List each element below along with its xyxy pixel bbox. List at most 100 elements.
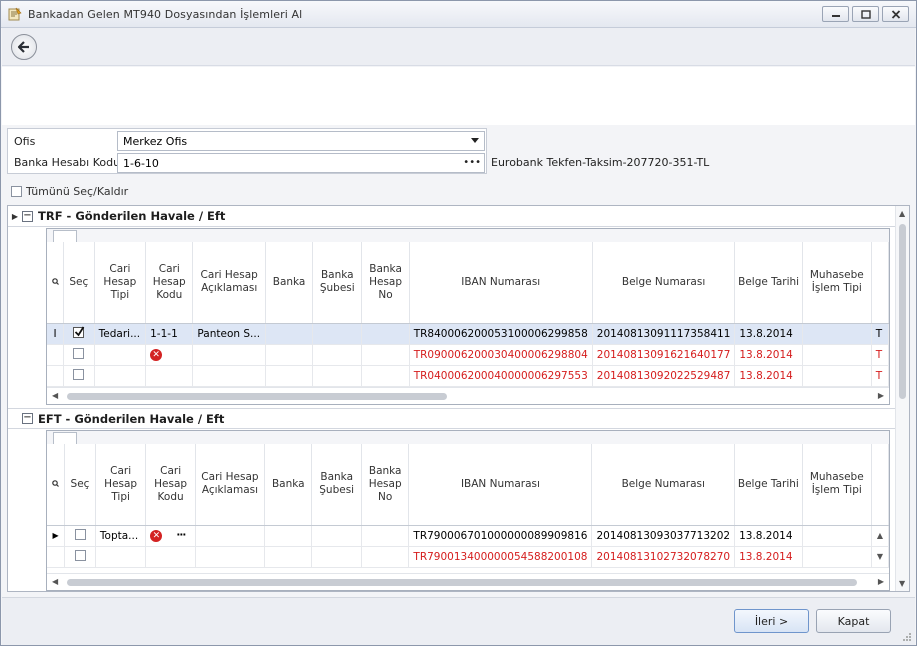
cell-cari-aciklama[interactable]: [192, 365, 266, 387]
row-checkbox-cell[interactable]: [63, 323, 95, 345]
cell-overflow[interactable]: T: [871, 323, 889, 345]
cell-cari-tipi[interactable]: Tedari...: [94, 323, 147, 345]
col-cari-aciklama[interactable]: Cari Hesap Açıklaması: [195, 444, 266, 526]
cell-cari-aciklama[interactable]: [195, 546, 266, 568]
cell-belge-tarihi[interactable]: 13.8.2014: [734, 344, 803, 366]
col-muhasebe-tipi[interactable]: Muhasebe İşlem Tipi: [802, 444, 872, 526]
scroll-right-icon[interactable]: ▶: [878, 577, 884, 586]
cell-belge-tarihi[interactable]: 13.8.2014: [734, 365, 803, 387]
col-cari-kodu[interactable]: Cari Hesap Kodu: [145, 444, 196, 526]
row-checkbox[interactable]: [73, 347, 85, 359]
col-overflow[interactable]: [871, 444, 889, 526]
cell-banka-sube[interactable]: [312, 344, 363, 366]
cell-belge-no[interactable]: 20140813092022529487: [592, 365, 736, 387]
scroll-left-icon[interactable]: ◀: [52, 577, 58, 586]
cell-banka[interactable]: [264, 546, 313, 568]
cell-banka-sube[interactable]: [311, 525, 362, 547]
office-select[interactable]: Merkez Ofis: [117, 131, 485, 151]
back-button[interactable]: [11, 34, 37, 60]
col-sec[interactable]: Seç: [64, 444, 96, 526]
cell-banka[interactable]: [265, 323, 314, 345]
search-column-header[interactable]: [47, 444, 66, 526]
cell-cari-tipi[interactable]: [95, 546, 147, 568]
cell-muhasebe-tipi[interactable]: [802, 365, 872, 387]
row-checkbox[interactable]: [74, 549, 86, 561]
col-iban[interactable]: IBAN Numarası: [409, 242, 593, 324]
row-checkbox[interactable]: [73, 326, 85, 338]
cell-belge-no[interactable]: 20140813102732078270: [591, 546, 736, 568]
row-checkbox-cell[interactable]: [63, 344, 95, 366]
col-iban[interactable]: IBAN Numarası: [408, 444, 593, 526]
table-row[interactable]: TR790013400000054588200108 2014081310273…: [47, 546, 889, 568]
cell-overflow[interactable]: T: [871, 365, 889, 387]
maximize-button[interactable]: [852, 6, 879, 22]
col-belge-no[interactable]: Belge Numarası: [592, 242, 736, 324]
cell-belge-tarihi[interactable]: 13.8.2014: [734, 546, 803, 568]
col-cari-kodu[interactable]: Cari Hesap Kodu: [145, 242, 194, 324]
cell-muhasebe-tipi[interactable]: [802, 344, 872, 366]
cell-banka-sube[interactable]: [311, 546, 362, 568]
cell-cari-aciklama[interactable]: [195, 525, 266, 547]
cell-cari-tipi[interactable]: Topta...: [95, 525, 147, 547]
horizontal-scrollbar[interactable]: ◀ ▶: [47, 387, 889, 404]
col-belge-tarihi[interactable]: Belge Tarihi: [734, 444, 803, 526]
cell-belge-no[interactable]: 20140813091117358411: [592, 323, 736, 345]
table-row[interactable]: TR040006200040000006297553 2014081309202…: [47, 365, 889, 387]
row-checkbox-cell[interactable]: [64, 546, 96, 568]
col-sec[interactable]: Seç: [63, 242, 95, 324]
bank-account-field[interactable]: 1-6-10 •••: [117, 153, 485, 173]
cell-banka-sube[interactable]: [312, 365, 363, 387]
cell-cari-kodu[interactable]: [145, 365, 194, 387]
next-button[interactable]: İleri >: [734, 609, 809, 633]
col-overflow[interactable]: [871, 242, 889, 324]
scroll-up-icon[interactable]: ▲: [899, 209, 905, 218]
cell-banka-sube[interactable]: [312, 323, 363, 345]
row-checkbox[interactable]: [74, 528, 86, 540]
cell-iban[interactable]: TR790006701000000089909816: [408, 525, 593, 547]
cell-overflow[interactable]: T: [871, 344, 889, 366]
col-belge-no[interactable]: Belge Numarası: [591, 444, 736, 526]
cell-cari-aciklama[interactable]: Panteon S...: [192, 323, 266, 345]
cell-iban[interactable]: TR790013400000054588200108: [408, 546, 593, 568]
table-row[interactable]: ✕ TR090006200030400006298804 20140813091…: [47, 344, 889, 366]
cell-banka-hesap-no[interactable]: [361, 344, 410, 366]
select-all-checkbox[interactable]: [11, 186, 22, 197]
col-cari-tipi[interactable]: Cari Hesap Tipi: [94, 242, 147, 324]
cell-belge-no[interactable]: 20140813091621640177: [592, 344, 736, 366]
table-row[interactable]: ▶ Topta... ✕ ··· TR7900067010000000899098…: [47, 525, 889, 547]
resize-grip-icon[interactable]: [902, 632, 912, 642]
scroll-down-icon[interactable]: ▼: [871, 546, 889, 568]
horizontal-scrollbar[interactable]: ◀ ▶: [47, 573, 889, 590]
cell-muhasebe-tipi[interactable]: [802, 525, 872, 547]
cell-banka[interactable]: [265, 344, 314, 366]
collapse-icon[interactable]: −: [22, 210, 33, 222]
col-muhasebe-tipi[interactable]: Muhasebe İşlem Tipi: [802, 242, 872, 324]
col-banka[interactable]: Banka: [265, 242, 314, 324]
close-button[interactable]: Kapat: [816, 609, 891, 633]
ellipsis-icon[interactable]: ···: [176, 529, 186, 541]
scroll-thumb[interactable]: [67, 393, 447, 400]
cell-cari-kodu[interactable]: ✕ ···: [145, 525, 196, 547]
cell-banka-hesap-no[interactable]: [361, 323, 410, 345]
col-banka-sube[interactable]: Banka Şubesi: [311, 444, 362, 526]
cell-cari-tipi[interactable]: [94, 344, 147, 366]
col-belge-tarihi[interactable]: Belge Tarihi: [734, 242, 803, 324]
scroll-down-icon[interactable]: ▼: [899, 579, 905, 588]
scroll-left-icon[interactable]: ◀: [52, 391, 58, 400]
group-header-trf[interactable]: ▶ − TRF - Gönderilen Havale / Eft: [8, 206, 897, 227]
cell-cari-tipi[interactable]: [94, 365, 147, 387]
cell-muhasebe-tipi[interactable]: [802, 546, 872, 568]
cell-iban[interactable]: TR840006200053100006299858: [409, 323, 593, 345]
collapse-icon[interactable]: −: [22, 413, 33, 424]
cell-banka[interactable]: [265, 365, 314, 387]
scroll-thumb[interactable]: [67, 579, 857, 586]
cell-belge-tarihi[interactable]: 13.8.2014: [734, 525, 803, 547]
col-cari-tipi[interactable]: Cari Hesap Tipi: [95, 444, 147, 526]
cell-cari-aciklama[interactable]: [192, 344, 266, 366]
cell-cari-kodu[interactable]: 1-1-1: [145, 323, 194, 345]
cell-iban[interactable]: TR040006200040000006297553: [409, 365, 593, 387]
col-cari-aciklama[interactable]: Cari Hesap Açıklaması: [192, 242, 266, 324]
scroll-up-icon[interactable]: ▲: [871, 525, 889, 547]
vertical-scrollbar[interactable]: ▲ ▼: [895, 206, 909, 591]
close-window-button[interactable]: [882, 6, 909, 22]
